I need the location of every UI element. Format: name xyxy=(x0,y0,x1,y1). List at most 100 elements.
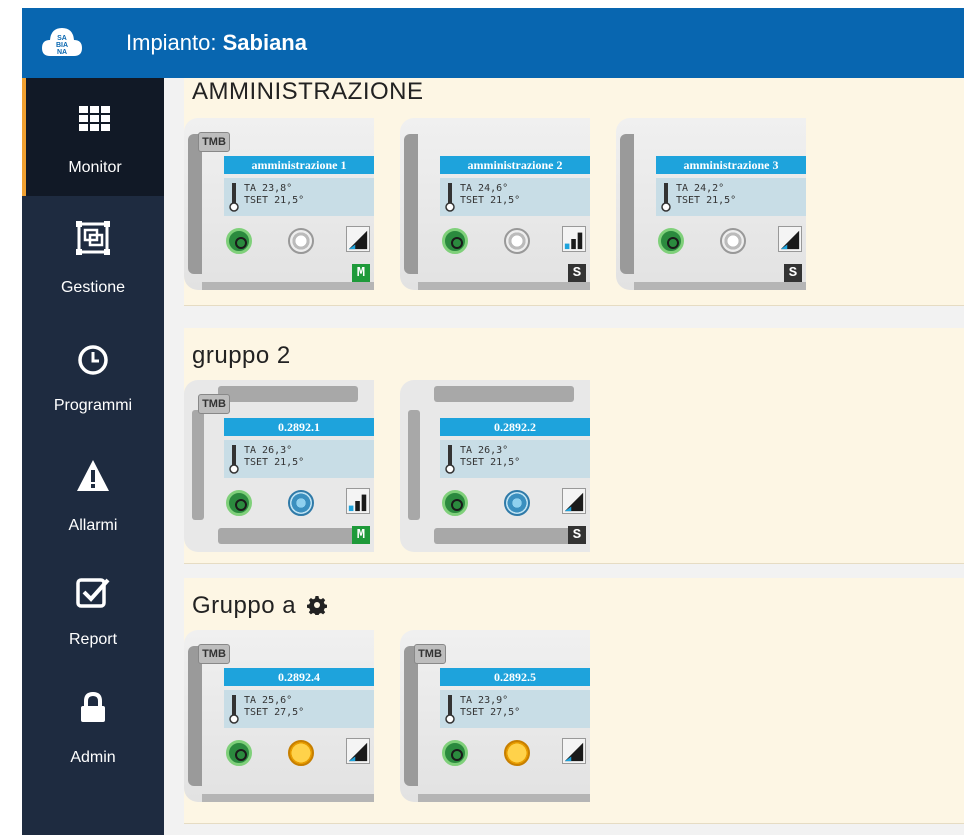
master-badge: M xyxy=(352,526,370,544)
device-card[interactable]: amministrazione 2 TA 24,6° TSET 21,5° S xyxy=(400,118,590,290)
device-tag: TMB xyxy=(198,394,230,414)
fan-speed-bars-icon[interactable] xyxy=(562,226,586,252)
sidebar-item-label: Allarmi xyxy=(68,517,118,534)
main-content: AMMINISTRAZIONE TMB amministrazione 1 TA… xyxy=(164,78,964,835)
device-grille xyxy=(218,386,358,402)
sidebar-item-allarmi[interactable]: Allarmi xyxy=(22,432,164,550)
plant-name: Sabiana xyxy=(222,30,307,55)
fan-speed-ramp-icon[interactable] xyxy=(562,488,586,514)
power-button[interactable] xyxy=(658,228,684,254)
set-temperature: TSET 21,5° xyxy=(676,195,737,206)
sidebar-item-monitor[interactable]: Monitor xyxy=(22,78,164,196)
mode-button[interactable] xyxy=(288,228,314,254)
set-temperature: TSET 27,5° xyxy=(244,707,305,718)
group-title: Gruppo a xyxy=(192,592,328,620)
room-temperature: TA 23,8° xyxy=(244,183,293,194)
room-temperature: TA 24,6° xyxy=(460,183,509,194)
slave-badge: S xyxy=(568,526,586,544)
device-tag: TMB xyxy=(198,132,230,152)
device-name: 0.2892.2 xyxy=(440,418,590,436)
device-grille xyxy=(192,410,204,520)
room-temperature: TA 25,6° xyxy=(244,695,293,706)
power-button[interactable] xyxy=(442,740,468,766)
mode-button[interactable] xyxy=(504,740,530,766)
thermometer-icon xyxy=(445,183,455,212)
sidebar-item-report[interactable]: Report xyxy=(22,550,164,668)
group-title: AMMINISTRAZIONE xyxy=(192,78,424,105)
power-button[interactable] xyxy=(226,740,252,766)
check-square-icon xyxy=(76,578,110,608)
warning-icon xyxy=(77,460,109,491)
mode-button[interactable] xyxy=(288,490,314,516)
device-frame xyxy=(202,282,374,290)
device-card[interactable]: TMB 0.2892.5 TA 23,9° TSET 27,5° xyxy=(400,630,590,802)
mode-button[interactable] xyxy=(288,740,314,766)
fan-speed-bars-icon[interactable] xyxy=(346,488,370,514)
device-readout: TA 23,8° TSET 21,5° xyxy=(224,178,374,216)
thermometer-icon xyxy=(229,695,239,724)
slave-badge: S xyxy=(784,264,802,282)
group-panel: Gruppo a TMB 0.2892.4 TA 25,6° TSET 27,5… xyxy=(184,578,964,824)
group-panel: gruppo 2 TMB 0.2892.1 TA 26,3° TSET 21,5… xyxy=(184,328,964,564)
power-button[interactable] xyxy=(226,228,252,254)
gestione-icon xyxy=(76,221,110,255)
device-readout: TA 24,2° TSET 21,5° xyxy=(656,178,806,216)
mode-button[interactable] xyxy=(720,228,746,254)
set-temperature: TSET 27,5° xyxy=(460,707,521,718)
fan-speed-ramp-icon[interactable] xyxy=(346,226,370,252)
svg-text:BIA: BIA xyxy=(56,42,68,49)
sidebar-item-gestione[interactable]: Gestione xyxy=(22,196,164,314)
fan-speed-ramp-icon[interactable] xyxy=(562,738,586,764)
set-temperature: TSET 21,5° xyxy=(460,195,521,206)
set-temperature: TSET 21,5° xyxy=(460,457,521,468)
device-grille xyxy=(218,528,358,544)
sidebar-item-label: Programmi xyxy=(53,397,133,414)
set-temperature: TSET 21,5° xyxy=(244,457,305,468)
grid-icon xyxy=(79,106,110,131)
mode-button[interactable] xyxy=(504,490,530,516)
device-readout: TA 25,6° TSET 27,5° xyxy=(224,690,374,728)
device-frame xyxy=(418,282,590,290)
power-button[interactable] xyxy=(442,228,468,254)
device-frame xyxy=(188,646,202,786)
thermometer-icon xyxy=(229,445,239,474)
group-panel: AMMINISTRAZIONE TMB amministrazione 1 TA… xyxy=(184,78,964,306)
fan-speed-ramp-icon[interactable] xyxy=(778,226,802,252)
page-title: Impianto: Sabiana xyxy=(126,30,307,56)
device-tag: TMB xyxy=(414,644,446,664)
clock-icon xyxy=(78,345,108,375)
device-card[interactable]: amministrazione 3 TA 24,2° TSET 21,5° S xyxy=(616,118,806,290)
device-card[interactable]: TMB 0.2892.4 TA 25,6° TSET 27,5° xyxy=(184,630,374,802)
device-frame xyxy=(620,134,634,274)
sidebar-item-label: Admin xyxy=(70,749,116,766)
device-card[interactable]: TMB amministrazione 1 TA 23,8° TSET 21,5… xyxy=(184,118,374,290)
device-card[interactable]: 0.2892.2 TA 26,3° TSET 21,5° S xyxy=(400,380,590,552)
device-frame xyxy=(404,646,418,786)
thermometer-icon xyxy=(445,695,455,724)
device-name: 0.2892.1 xyxy=(224,418,374,436)
thermometer-icon xyxy=(229,183,239,212)
power-button[interactable] xyxy=(442,490,468,516)
page-title-prefix: Impianto: xyxy=(126,30,223,55)
top-bar: SA BIA NA Impianto: Sabiana xyxy=(22,8,964,78)
sidebar-item-label: Monitor xyxy=(68,159,122,176)
room-temperature: TA 24,2° xyxy=(676,183,725,194)
sidebar-item-label: Report xyxy=(68,631,118,648)
device-readout: TA 26,3° TSET 21,5° xyxy=(224,440,374,478)
group-title: gruppo 2 xyxy=(192,342,291,369)
mode-button[interactable] xyxy=(504,228,530,254)
fan-speed-ramp-icon[interactable] xyxy=(346,738,370,764)
sidebar-item-admin[interactable]: Admin xyxy=(22,668,164,786)
power-button[interactable] xyxy=(226,490,252,516)
device-grille xyxy=(408,410,420,520)
sidebar-item-programmi[interactable]: Programmi xyxy=(22,314,164,432)
master-badge: M xyxy=(352,264,370,282)
device-readout: TA 23,9° TSET 27,5° xyxy=(440,690,590,728)
gear-icon[interactable] xyxy=(307,595,328,615)
group-title-text: Gruppo a xyxy=(192,592,297,619)
slave-badge: S xyxy=(568,264,586,282)
device-name: 0.2892.4 xyxy=(224,668,374,686)
device-name: 0.2892.5 xyxy=(440,668,590,686)
device-card[interactable]: TMB 0.2892.1 TA 26,3° TSET 21,5° M xyxy=(184,380,374,552)
cloud-logo-icon: SA BIA NA xyxy=(42,28,82,56)
